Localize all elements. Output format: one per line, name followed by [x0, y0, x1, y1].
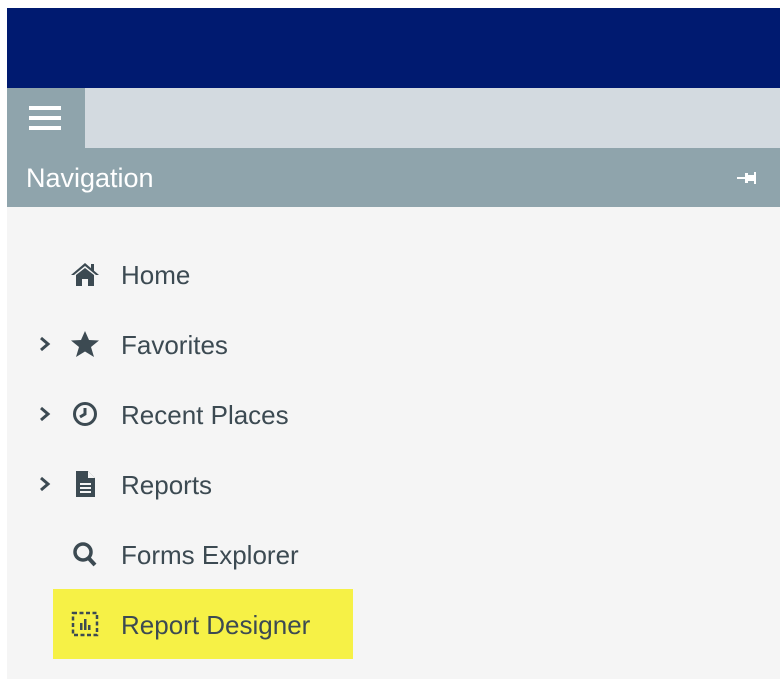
chevron-right-icon[interactable]: [37, 334, 53, 354]
report-designer-icon: [69, 610, 101, 638]
hamburger-menu-icon: [29, 106, 61, 110]
toolbar: [7, 88, 780, 148]
nav-item-home[interactable]: Home: [7, 249, 780, 299]
search-icon: [69, 540, 101, 568]
clock-icon: [69, 400, 101, 428]
navigation-header: Navigation: [7, 148, 780, 207]
nav-item-label: Home: [121, 260, 191, 290]
nav-item-label: Recent Places: [121, 400, 289, 430]
hamburger-bar: [29, 126, 61, 130]
app-window: Navigation Home Favorites Recent Places …: [7, 8, 780, 679]
nav-item-label: Forms Explorer: [121, 540, 299, 570]
hamburger-bar: [29, 116, 61, 120]
nav-item-forms-explorer[interactable]: Forms Explorer: [7, 529, 780, 579]
hamburger-menu-button[interactable]: [7, 88, 85, 148]
nav-item-report-designer[interactable]: Report Designer: [7, 599, 780, 649]
nav-item-label: Favorites: [121, 330, 228, 360]
nav-item-reports[interactable]: Reports: [7, 459, 780, 509]
nav-item-label: Reports: [121, 470, 213, 500]
nav-item-label: Report Designer: [121, 610, 311, 640]
star-icon: [69, 330, 101, 358]
top-banner: [7, 8, 780, 88]
document-icon: [69, 470, 101, 498]
chevron-right-icon[interactable]: [37, 404, 53, 424]
pin-icon[interactable]: [734, 168, 758, 188]
nav-item-recent-places[interactable]: Recent Places: [7, 389, 780, 439]
navigation-title: Navigation: [26, 163, 154, 193]
home-icon: [69, 260, 101, 288]
nav-item-favorites[interactable]: Favorites: [7, 319, 780, 369]
chevron-right-icon[interactable]: [37, 474, 53, 494]
